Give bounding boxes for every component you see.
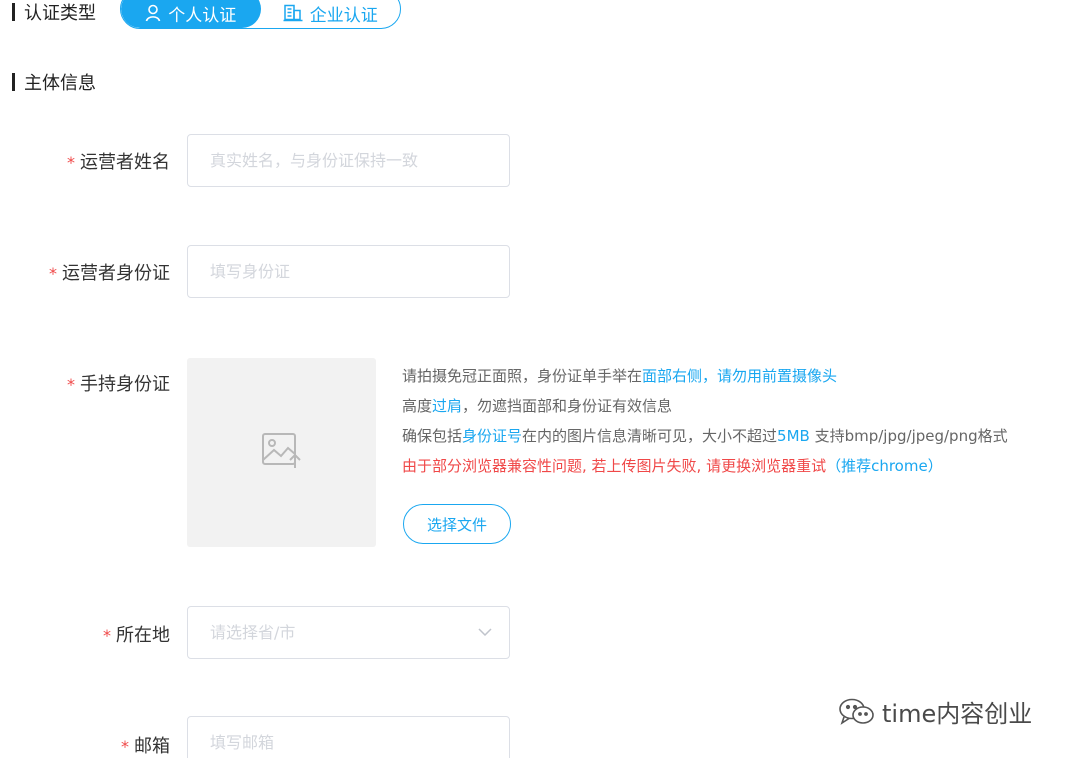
user-icon — [145, 4, 161, 22]
personal-certification-label: 个人认证 — [168, 5, 237, 26]
required-mark: * — [67, 153, 75, 172]
location-select[interactable] — [187, 606, 510, 659]
section-marker — [12, 3, 15, 21]
section-subject-info: 主体信息 — [12, 70, 96, 94]
email-field — [187, 716, 510, 758]
building-icon — [283, 4, 303, 22]
handheld-id-upload-area[interactable] — [187, 358, 376, 547]
image-upload-icon — [261, 432, 303, 474]
upload-instructions: 请拍摄免冠正面照，身份证单手举在面部右侧，请勿用前置摄像头 高度过肩，勿遮挡面部… — [402, 361, 1008, 481]
section-title: 主体信息 — [24, 73, 96, 94]
instruction-line-3: 确保包括身份证号在内的图片信息清晰可见，大小不超过5MB 支持bmp/jpg/j… — [402, 427, 1008, 445]
instruction-line-4: 由于部分浏览器兼容性问题, 若上传图片失败, 请更换浏览器重试（推荐chrome… — [402, 457, 943, 475]
operator-name-input[interactable] — [188, 135, 509, 186]
section-certification-type: 认证类型 — [12, 0, 96, 26]
wechat-icon — [838, 697, 876, 727]
enterprise-certification-tab[interactable]: 企业认证 — [261, 0, 401, 28]
section-title: 认证类型 — [24, 3, 96, 24]
location-label: * 所在地 — [103, 621, 170, 647]
operator-id-input[interactable] — [188, 246, 509, 297]
choose-file-button[interactable]: 选择文件 — [403, 504, 511, 544]
instruction-line-2: 高度过肩，勿遮挡面部和身份证有效信息 — [402, 397, 673, 415]
required-mark: * — [121, 737, 129, 756]
email-label-text: 邮箱 — [134, 736, 170, 757]
personal-certification-tab[interactable]: 个人认证 — [121, 0, 261, 28]
required-mark: * — [103, 626, 111, 645]
required-mark: * — [49, 264, 57, 283]
handheld-id-label-text: 手持身份证 — [80, 374, 170, 395]
handheld-id-label: * 手持身份证 — [67, 370, 170, 396]
enterprise-certification-label: 企业认证 — [309, 5, 378, 26]
operator-name-label-text: 运营者姓名 — [80, 152, 170, 173]
email-label: * 邮箱 — [121, 732, 170, 758]
certification-type-toggle: 个人认证 企业认证 — [120, 0, 401, 29]
operator-id-label: * 运营者身份证 — [49, 259, 170, 285]
operator-id-field — [187, 245, 510, 298]
operator-name-label: * 运营者姓名 — [67, 148, 170, 174]
watermark: time内容创业 — [838, 694, 1032, 729]
operator-name-field — [187, 134, 510, 187]
certification-form-page: 认证类型 个人认证 企业认证 主体信息 * 运营者姓名 真实姓名，与身份证保持一… — [0, 0, 1080, 758]
watermark-text: time内容创业 — [882, 700, 1033, 728]
location-select-input[interactable] — [188, 607, 509, 658]
operator-id-label-text: 运营者身份证 — [62, 263, 170, 284]
instruction-line-1: 请拍摄免冠正面照，身份证单手举在面部右侧，请勿用前置摄像头 — [402, 367, 838, 385]
location-label-text: 所在地 — [116, 625, 170, 646]
email-input[interactable] — [188, 717, 509, 758]
section-marker — [12, 73, 15, 91]
required-mark: * — [67, 375, 75, 394]
chevron-down-icon — [477, 624, 493, 644]
